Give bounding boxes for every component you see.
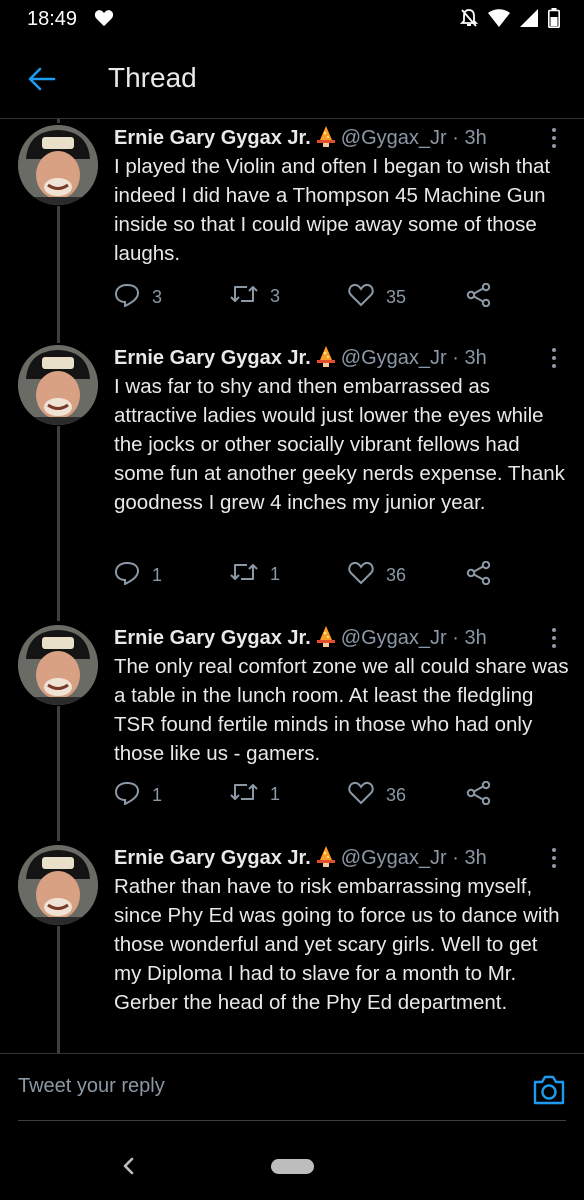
author-name[interactable]: Ernie Gary Gygax Jr. xyxy=(114,347,311,369)
reply-count: 1 xyxy=(152,565,163,585)
retweet-button[interactable]: 1 xyxy=(230,561,280,588)
thread-list: Ernie Gary Gygax Jr. @Gygax_Jr · 3h I pla… xyxy=(0,119,584,1053)
separator-dot: · xyxy=(452,127,459,149)
reply-bar: Tweet your reply xyxy=(0,1053,584,1122)
author-handle[interactable]: @Gygax_Jr xyxy=(341,627,447,649)
author-name[interactable]: Ernie Gary Gygax Jr. xyxy=(114,627,311,649)
retweet-icon xyxy=(230,283,258,310)
app-bar: Thread xyxy=(0,40,584,119)
heart-notification-icon xyxy=(94,9,114,32)
wizard-emoji-icon xyxy=(315,125,337,153)
cell-signal-icon xyxy=(520,9,538,32)
retweet-count: 1 xyxy=(270,564,281,584)
nav-back-icon[interactable] xyxy=(120,1156,136,1181)
like-count: 35 xyxy=(386,287,407,307)
tweet[interactable]: Ernie Gary Gygax Jr. @Gygax_Jr · 3h The o… xyxy=(0,619,584,839)
timestamp: 3h xyxy=(464,847,487,869)
reply-input[interactable]: Tweet your reply xyxy=(18,1064,508,1108)
retweet-count: 3 xyxy=(270,286,281,306)
author-name[interactable]: Ernie Gary Gygax Jr. xyxy=(114,847,311,869)
like-count: 36 xyxy=(386,785,407,805)
wizard-emoji-icon xyxy=(315,625,337,653)
reply-icon xyxy=(114,283,140,312)
avatar[interactable] xyxy=(18,625,98,705)
separator-dot: · xyxy=(452,847,459,869)
like-button[interactable]: 36 xyxy=(348,561,406,590)
tweet[interactable]: Ernie Gary Gygax Jr. @Gygax_Jr · 3h Rathe… xyxy=(0,839,584,1053)
system-nav-bar xyxy=(0,1122,584,1200)
home-pill-button[interactable] xyxy=(271,1159,314,1174)
author-handle[interactable]: @Gygax_Jr xyxy=(341,847,447,869)
reply-count: 1 xyxy=(152,785,163,805)
more-options-icon[interactable] xyxy=(546,627,562,649)
tweet[interactable]: Ernie Gary Gygax Jr. @Gygax_Jr · 3h I was… xyxy=(0,339,584,619)
wizard-emoji-icon xyxy=(315,345,337,373)
battery-icon xyxy=(548,8,560,33)
author-handle[interactable]: @Gygax_Jr xyxy=(341,127,447,149)
retweet-count: 1 xyxy=(270,784,281,804)
do-not-disturb-icon xyxy=(459,8,479,33)
tweet-text: I was far to shy and then embarrassed as… xyxy=(114,375,565,514)
tweet-actions: 3 3 35 xyxy=(114,282,534,313)
like-button[interactable]: 35 xyxy=(348,283,406,312)
reply-icon xyxy=(114,781,140,810)
divider xyxy=(18,1120,566,1121)
tweet-header: Ernie Gary Gygax Jr. @Gygax_Jr · 3h xyxy=(114,345,487,373)
tweet-text: I played the Violin and often I began to… xyxy=(114,155,551,265)
share-icon xyxy=(466,560,492,590)
share-icon xyxy=(466,282,492,312)
retweet-button[interactable]: 3 xyxy=(230,283,280,310)
wizard-emoji-icon xyxy=(315,845,337,873)
reply-icon xyxy=(114,561,140,590)
separator-dot: · xyxy=(452,627,459,649)
status-time: 18:49 xyxy=(27,8,78,30)
like-count: 36 xyxy=(386,565,407,585)
author-handle[interactable]: @Gygax_Jr xyxy=(341,347,447,369)
wifi-icon xyxy=(488,9,510,32)
reply-button[interactable]: 3 xyxy=(114,283,162,312)
heart-icon xyxy=(348,283,374,312)
camera-icon[interactable] xyxy=(532,1074,566,1108)
avatar[interactable] xyxy=(18,125,98,205)
share-button[interactable] xyxy=(466,780,492,810)
retweet-button[interactable]: 1 xyxy=(230,781,280,808)
more-options-icon[interactable] xyxy=(546,347,562,369)
page-title: Thread xyxy=(108,62,197,93)
avatar[interactable] xyxy=(18,345,98,425)
tweet-text: The only real comfort zone we all could … xyxy=(114,655,569,765)
timestamp: 3h xyxy=(464,627,487,649)
retweet-icon xyxy=(230,781,258,808)
back-arrow-icon[interactable] xyxy=(26,63,58,95)
more-options-icon[interactable] xyxy=(546,127,562,149)
status-bar: 18:49 xyxy=(0,0,584,40)
more-options-icon[interactable] xyxy=(546,847,562,869)
heart-icon xyxy=(348,561,374,590)
share-icon xyxy=(466,780,492,810)
tweet[interactable]: Ernie Gary Gygax Jr. @Gygax_Jr · 3h I pla… xyxy=(0,119,584,339)
share-button[interactable] xyxy=(466,560,492,590)
reply-count: 3 xyxy=(152,287,163,307)
tweet-header: Ernie Gary Gygax Jr. @Gygax_Jr · 3h xyxy=(114,625,487,653)
tweet-header: Ernie Gary Gygax Jr. @Gygax_Jr · 3h xyxy=(114,125,487,153)
status-icons xyxy=(459,8,560,33)
separator-dot: · xyxy=(452,347,459,369)
like-button[interactable]: 36 xyxy=(348,781,406,810)
avatar[interactable] xyxy=(18,845,98,925)
retweet-icon xyxy=(230,561,258,588)
tweet-header: Ernie Gary Gygax Jr. @Gygax_Jr · 3h xyxy=(114,845,487,873)
share-button[interactable] xyxy=(466,282,492,312)
reply-button[interactable]: 1 xyxy=(114,781,162,810)
tweet-actions: 1 1 36 xyxy=(114,560,534,591)
tweet-actions: 1 1 36 xyxy=(114,780,534,811)
heart-icon xyxy=(348,781,374,810)
reply-button[interactable]: 1 xyxy=(114,561,162,590)
timestamp: 3h xyxy=(464,127,487,149)
author-name[interactable]: Ernie Gary Gygax Jr. xyxy=(114,127,311,149)
timestamp: 3h xyxy=(464,347,487,369)
tweet-text: Rather than have to risk embarrassing my… xyxy=(114,875,560,1014)
